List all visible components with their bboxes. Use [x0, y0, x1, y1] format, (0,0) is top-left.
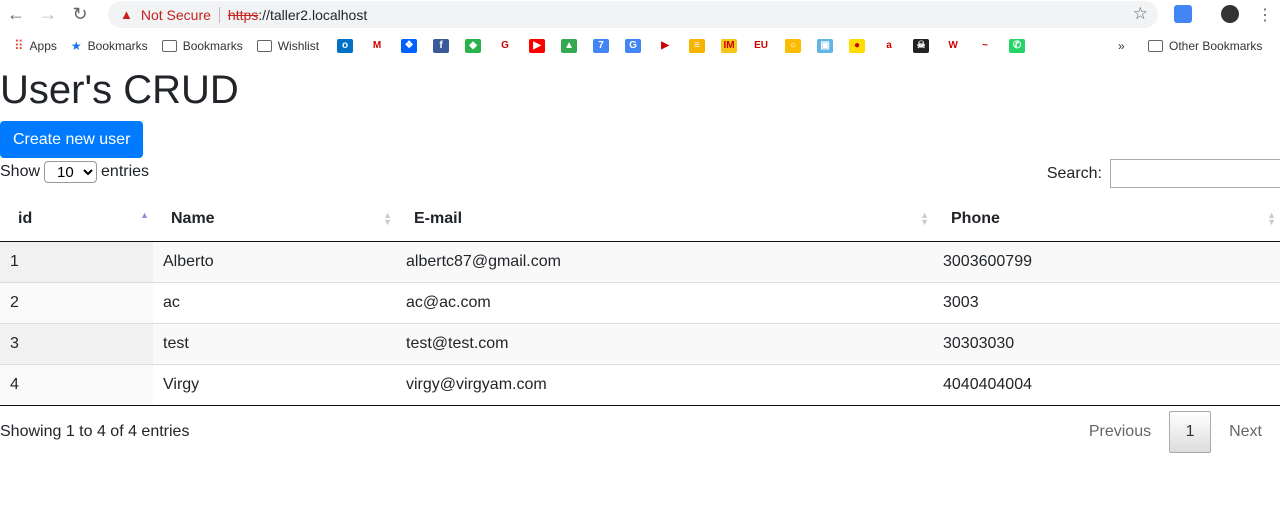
bookmark-folder-bookmarks[interactable]: Bookmarks	[161, 39, 243, 53]
sort-asc-icon: ▲	[140, 210, 149, 220]
bookmark-label: Bookmarks	[87, 39, 148, 53]
table-row[interactable]: 2 ac ac@ac.com 3003	[0, 281, 1280, 323]
column-header-name[interactable]: Name ▲ ▼	[153, 198, 396, 242]
more-bookmarks-chevron[interactable]: »	[1118, 39, 1125, 53]
cell-name: Virgy	[153, 363, 396, 406]
bookmark-w-icon[interactable]: W	[945, 39, 962, 53]
bookmark-label: Other Bookmarks	[1169, 39, 1263, 53]
translate-extension-icon[interactable]	[1174, 5, 1192, 23]
header-label: Name	[171, 210, 215, 228]
search-input[interactable]	[1110, 159, 1280, 188]
users-table: id ▲ Name ▲ ▼ E-mail ▲ ▼ Phone ▲ ▼ 1 Alberto albe…	[0, 198, 1280, 406]
sort-icon: ▲ ▼	[1267, 210, 1276, 227]
bookmark-other-bookmarks[interactable]: Other Bookmarks	[1148, 39, 1262, 53]
page-button-current[interactable]: 1	[1169, 411, 1212, 453]
bookmark-bookmarks-star[interactable]: ★ Bookmarks	[71, 39, 148, 53]
header-label: id	[18, 210, 33, 228]
bookmark-app-red-dot-icon[interactable]: ●	[849, 39, 866, 53]
bookmark-star-icon[interactable]: ☆	[1133, 4, 1148, 24]
bookmark-pirate-icon[interactable]: ☠	[913, 39, 930, 53]
cell-phone: 3003600799	[933, 240, 1280, 282]
bookmark-feedly-icon[interactable]: ◆	[465, 39, 482, 53]
bookmark-outlook-icon[interactable]: o	[337, 39, 354, 53]
cell-id: 4	[0, 363, 153, 406]
table-info: Showing 1 to 4 of 4 entries	[0, 423, 190, 440]
previous-button[interactable]: Previous	[1071, 423, 1169, 441]
cell-name: test	[153, 322, 396, 364]
warning-icon: ▲	[120, 7, 133, 22]
bookmark-gmail-icon[interactable]: M	[369, 39, 386, 53]
folder-icon	[1148, 40, 1163, 52]
url-scheme: https	[227, 6, 259, 23]
column-header-email[interactable]: E-mail ▲ ▼	[396, 198, 933, 242]
bookmark-label: Bookmarks	[182, 39, 243, 53]
cell-name: ac	[153, 281, 396, 323]
next-button[interactable]: Next	[1211, 423, 1280, 441]
cell-id: 1	[0, 240, 153, 282]
cell-phone: 3003	[933, 281, 1280, 323]
bookmark-whatsapp-icon[interactable]: ✆	[1009, 39, 1026, 53]
folder-icon	[256, 40, 272, 52]
bookmark-facebook-icon[interactable]: f	[433, 39, 450, 53]
bookmark-dropbox-icon[interactable]: ❖	[401, 39, 418, 53]
bookmark-eu-icon[interactable]: EU	[753, 39, 770, 53]
column-header-phone[interactable]: Phone ▲ ▼	[933, 198, 1280, 242]
pagination: Previous 1 Next	[1071, 411, 1280, 453]
table-row[interactable]: 3 test test@test.com 30303030	[0, 322, 1280, 364]
url-host: ://taller2.localhost	[258, 6, 368, 23]
entries-length-control: Show 10 entries	[0, 161, 149, 183]
cell-email: virgy@virgyam.com	[396, 363, 933, 406]
cell-phone: 4040404004	[933, 363, 1280, 406]
bookmark-cinema-icon[interactable]: ~	[977, 39, 994, 53]
bookmarks-bar: ⠿ Apps ★ Bookmarks Bookmarks Wishlist o M ❖ f…	[0, 33, 1280, 59]
bookmark-calendar-icon[interactable]: 7	[593, 39, 610, 53]
page-title: User's CRUD	[0, 68, 239, 112]
cell-id: 3	[0, 322, 153, 364]
search-control: Search:	[1047, 159, 1280, 188]
folder-icon	[161, 40, 177, 52]
security-label[interactable]: Not Secure	[141, 7, 211, 23]
profile-avatar[interactable]	[1221, 5, 1239, 23]
bookmark-folder-wishlist[interactable]: Wishlist	[256, 39, 320, 53]
bookmark-apps[interactable]: ⠿ Apps	[14, 38, 57, 54]
column-header-id[interactable]: id ▲	[0, 198, 153, 242]
divider	[218, 6, 220, 23]
bookmark-imdb-icon[interactable]: IM	[721, 39, 738, 53]
cell-email: ac@ac.com	[396, 281, 933, 323]
bookmark-keep-icon[interactable]: ○	[785, 39, 802, 53]
back-icon[interactable]: ←	[0, 4, 32, 25]
table-row[interactable]: 4 Virgy virgy@virgyam.com 4040404004	[0, 363, 1280, 406]
cell-id: 2	[0, 281, 153, 323]
cell-name: Alberto	[153, 240, 396, 282]
apps-grid-icon: ⠿	[14, 38, 24, 53]
star-icon: ★	[70, 39, 82, 53]
bookmark-translate-icon[interactable]: G	[625, 39, 642, 53]
bookmark-amazon-icon[interactable]: a	[881, 39, 898, 53]
show-label: Show	[0, 163, 41, 180]
entries-label: entries	[101, 163, 150, 180]
address-bar[interactable]: ▲ Not Secure https ://taller2.localhost …	[108, 1, 1158, 28]
bookmark-shopping-icon[interactable]: ▣	[817, 39, 834, 53]
cell-email: albertc87@gmail.com	[396, 240, 933, 282]
bookmark-label: Wishlist	[277, 39, 320, 53]
header-label: E-mail	[414, 210, 463, 228]
header-label: Phone	[951, 210, 1000, 228]
bookmark-google-icon[interactable]: G	[497, 39, 514, 53]
menu-kebab-icon[interactable]: ⋮	[1256, 5, 1274, 24]
cell-phone: 30303030	[933, 322, 1280, 364]
sort-icon: ▲ ▼	[920, 210, 929, 227]
search-label: Search:	[1046, 164, 1102, 182]
apps-label: Apps	[29, 39, 57, 53]
create-user-button[interactable]: Create new user	[0, 121, 144, 158]
bookmark-youtube-icon[interactable]: ▶	[529, 39, 546, 53]
reload-icon[interactable]: ↻	[64, 4, 96, 25]
bookmark-drive-icon[interactable]: ▲	[561, 39, 578, 53]
entries-select[interactable]: 10	[44, 161, 98, 183]
bookmark-play-icon[interactable]: ▶	[657, 39, 674, 53]
sort-icon: ▲ ▼	[383, 210, 392, 227]
cell-email: test@test.com	[396, 322, 933, 364]
forward-icon[interactable]: →	[32, 4, 64, 25]
table-row[interactable]: 1 Alberto albertc87@gmail.com 3003600799	[0, 240, 1280, 282]
bookmark-bank-icon[interactable]: ≡	[689, 39, 706, 53]
